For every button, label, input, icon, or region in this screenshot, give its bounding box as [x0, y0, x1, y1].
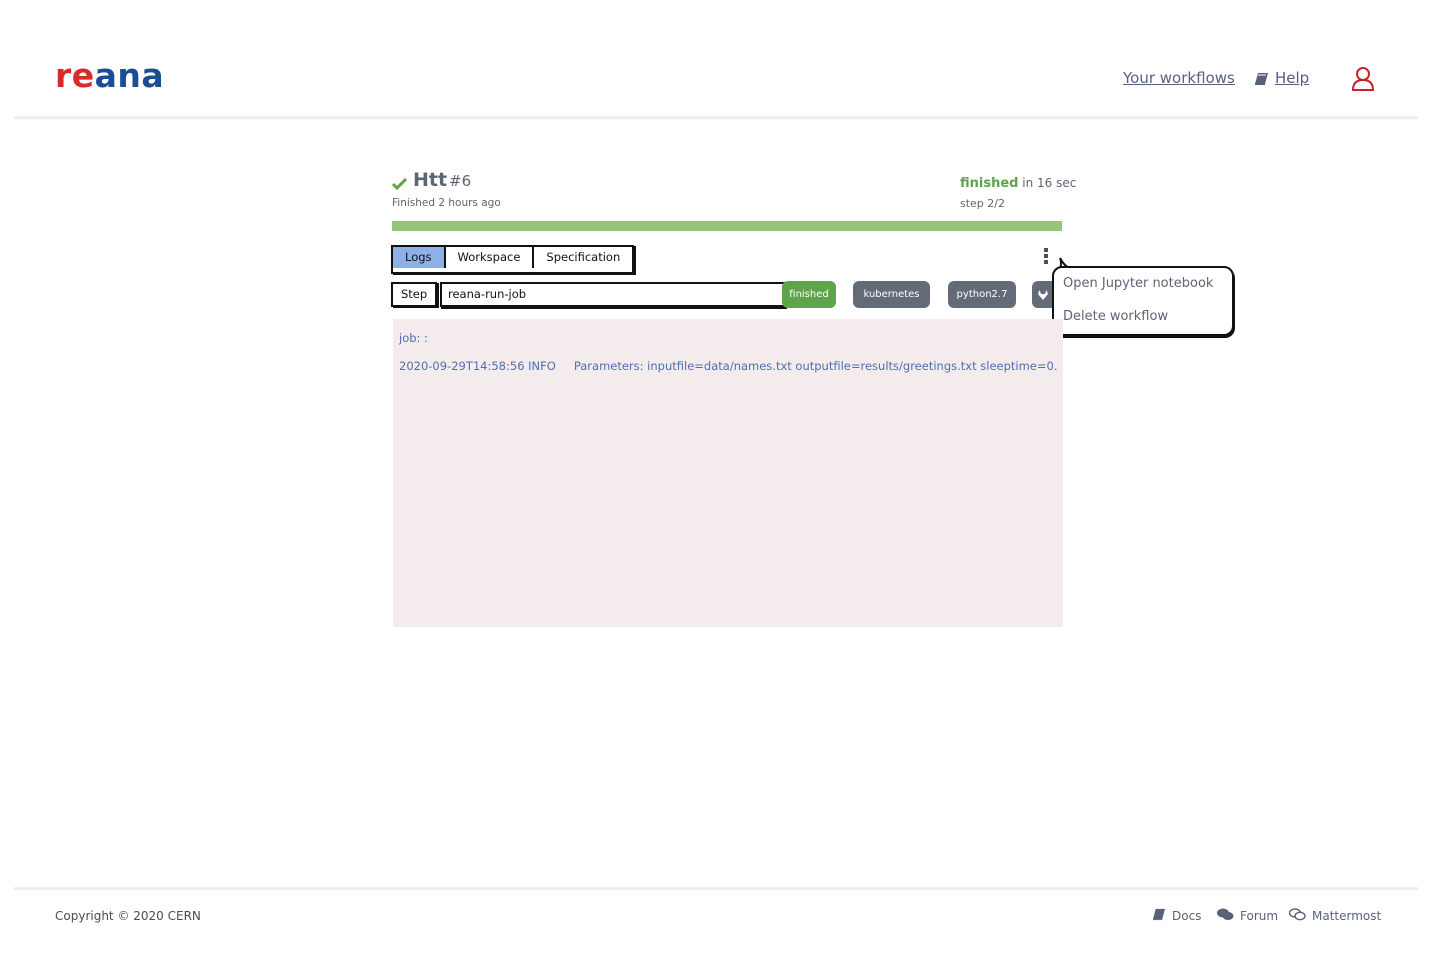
backend-badge: kubernetes [853, 281, 930, 308]
book-icon [1152, 908, 1166, 924]
comments-icon [1217, 908, 1234, 924]
footer-mattermost-link[interactable]: Mattermost [1288, 908, 1382, 924]
footer-forum-link[interactable]: Forum [1217, 908, 1278, 924]
workflow-tabs: Logs Workspace Specification [391, 245, 635, 274]
step-label: Step [391, 282, 438, 307]
menu-delete-workflow[interactable]: Delete workflow [1063, 309, 1168, 324]
workflow-finished-time: Finished 2 hours ago [392, 197, 501, 209]
workflow-duration: in 16 sec [1022, 176, 1077, 190]
copyright: Copyright © 2020 CERN [55, 909, 201, 923]
workflow-status-line: finished in 16 sec [960, 176, 1076, 191]
header-divider [14, 116, 1418, 119]
log-message: Parameters: inputfile=data/names.txt out… [573, 359, 1058, 373]
log-panel[interactable]: job: : 2020-09-29T14:58:56 INFO Parameter… [393, 319, 1063, 627]
footer-mattermost-label: Mattermost [1312, 909, 1382, 923]
workflow-run-number: #6 [449, 172, 472, 190]
workflow-name: Htt [413, 169, 448, 191]
reana-logo[interactable]: reana [55, 56, 164, 95]
nav-help-link[interactable]: Help [1275, 69, 1309, 87]
footer-docs-label: Docs [1172, 909, 1202, 923]
tab-specification[interactable]: Specification [532, 247, 633, 268]
workflow-step-progress: step 2/2 [960, 197, 1005, 210]
chat-bubbles-icon [1288, 908, 1306, 924]
footer-divider [14, 887, 1418, 890]
gitlab-badge[interactable] [1032, 281, 1054, 308]
log-line: 2020-09-29T14:58:56 INFO Parameters: inpu… [399, 359, 1057, 373]
logo-text-red: re [55, 56, 95, 95]
footer-docs-link[interactable]: Docs [1152, 908, 1201, 924]
log-job-line: job: : [399, 331, 428, 345]
log-timestamp: 2020-09-29T14:58:56 INFO [399, 359, 556, 373]
tab-workspace[interactable]: Workspace [443, 247, 533, 268]
check-icon [391, 175, 408, 194]
tab-logs[interactable]: Logs [393, 247, 444, 268]
more-options-icon[interactable] [1044, 248, 1050, 266]
workflow-status: finished [960, 176, 1019, 191]
user-icon[interactable] [1351, 66, 1375, 96]
footer-forum-label: Forum [1240, 909, 1279, 923]
nav-your-workflows-link[interactable]: Your workflows [1123, 69, 1235, 87]
status-badge: finished [782, 281, 836, 308]
logo-text-blue: ana [94, 56, 165, 95]
image-badge: python2.7 [948, 281, 1016, 308]
step-dropdown[interactable]: reana-run-job [440, 282, 786, 307]
book-icon [1254, 71, 1269, 90]
menu-open-jupyter[interactable]: Open Jupyter notebook [1063, 276, 1213, 291]
gitlab-icon [1037, 290, 1049, 304]
workflow-progress-bar [392, 221, 1062, 231]
